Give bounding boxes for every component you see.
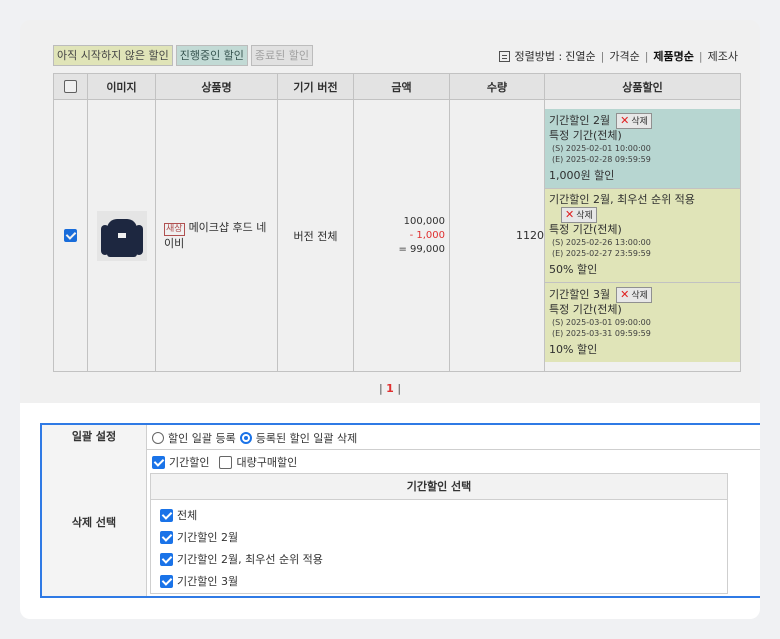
discount-block: 기간할인 2월 ✕ 삭제 특정 기간(전체) (S) 2025-02-01 10:0… (545, 109, 740, 189)
discount-start: (S) 2025-02-26 13:00:00 (552, 238, 651, 247)
row-select-cell[interactable] (53, 99, 88, 372)
header-device-version: 기기 버전 (277, 73, 354, 100)
sort-option-price[interactable]: 가격순 (609, 48, 639, 64)
discount-amount: 50% 할인 (549, 263, 598, 276)
row-checkbox[interactable] (64, 229, 77, 243)
sort-bar: 정렬방법 : 진열순 | 가격순 | 제품명순 | 제조사 (498, 48, 738, 64)
tab-not-started[interactable]: 아직 시작하지 않은 할인 (53, 45, 173, 66)
period-discount-select-box: 기간할인 선택 전체 기간할인 2월 기간할인 2월, 최우선 순위 적용 기간… (150, 473, 728, 594)
table-row: 새상 메이크샵 후드 네이비 버전 전체 100,000 - 1,000 = 99… (53, 99, 741, 372)
price-cell: 100,000 - 1,000 = 99,000 (353, 99, 450, 372)
discount-tabs: 아직 시작하지 않은 할인 진행중인 할인 종료된 할인 (53, 45, 314, 66)
radio-bulk-register-label[interactable]: 할인 일괄 등록 (168, 430, 236, 446)
list-item[interactable]: 기간할인 2월 (160, 529, 238, 545)
quantity-cell: 1120 (449, 99, 545, 372)
device-version-cell: 버전 전체 (277, 99, 354, 372)
divider: | (600, 49, 605, 63)
discount-block: 기간할인 3월 ✕ 삭제 특정 기간(전체) (S) 2025-03-01 09:0… (545, 283, 740, 362)
discount-cell: 기간할인 2월 ✕ 삭제 특정 기간(전체) (S) 2025-02-01 10:0… (544, 99, 741, 372)
divider: | (698, 49, 703, 63)
delete-discount-button[interactable]: ✕ 삭제 (616, 113, 652, 129)
close-icon: ✕ (620, 114, 630, 127)
period-discount-select-title: 기간할인 선택 (151, 474, 727, 500)
period-item-checkbox[interactable] (160, 530, 173, 544)
product-name-cell: 새상 메이크샵 후드 네이비 (155, 99, 278, 372)
list-item[interactable]: 기간할인 3월 (160, 573, 238, 589)
discount-title: 기간할인 2월 (549, 114, 611, 127)
close-icon: ✕ (620, 288, 630, 301)
discount-end: (E) 2025-03-31 09:59:59 (552, 329, 651, 338)
bulk-discount-checkbox[interactable] (219, 455, 233, 469)
sort-option-name[interactable]: 제품명순 (653, 48, 693, 64)
tab-in-progress[interactable]: 진행중인 할인 (175, 45, 248, 66)
header-price: 금액 (353, 73, 450, 100)
divider: | (644, 49, 649, 63)
period-discount-label[interactable]: 기간할인 (169, 454, 209, 470)
discount-start: (S) 2025-03-01 09:00:00 (552, 318, 651, 327)
discount-title: 기간할인 3월 (549, 288, 611, 301)
list-item[interactable]: 전체 (160, 507, 197, 523)
list-item[interactable]: 기간할인 2월, 최우선 순위 적용 (160, 551, 323, 567)
discount-end: (E) 2025-02-27 23:59:59 (552, 249, 651, 258)
select-all-checkbox[interactable] (64, 80, 77, 94)
close-icon: ✕ (565, 208, 575, 221)
select-all-periods-checkbox[interactable] (160, 508, 173, 522)
bulk-setting-label: 일괄 설정 (42, 425, 147, 449)
delete-discount-button[interactable]: ✕ 삭제 (616, 287, 652, 303)
discount-scope: 특정 기간(전체) (549, 303, 622, 316)
discount-title: 기간할인 2월, 최우선 순위 적용 (549, 193, 695, 206)
delete-select-row: 삭제 선택 기간할인 대량구매할인 기간할인 선택 전체 기간할인 2월 기간할… (42, 449, 760, 596)
page-current[interactable]: 1 (386, 382, 394, 395)
radio-bulk-register[interactable] (152, 432, 164, 444)
bulk-discount-label[interactable]: 대량구매할인 (236, 454, 297, 470)
sort-prefix: 정렬방법 : (514, 50, 563, 63)
product-thumbnail[interactable] (96, 210, 147, 261)
discount-scope: 특정 기간(전체) (549, 129, 622, 142)
table-header-row: 이미지 상품명 기기 버전 금액 수량 상품할인 (53, 73, 741, 100)
product-table: 이미지 상품명 기기 버전 금액 수량 상품할인 새상 메이크샵 후드 네이비 … (53, 73, 741, 372)
discount-amount: 10% 할인 (549, 343, 598, 356)
discount-amount: 1,000원 할인 (549, 169, 615, 182)
header-product-discount: 상품할인 (544, 73, 741, 100)
delete-discount-button[interactable]: ✕ 삭제 (561, 207, 597, 223)
discount-block: 기간할인 2월, 최우선 순위 적용 ✕ 삭제 특정 기간(전체) (S) 202… (545, 189, 740, 283)
bulk-settings-panel: 일괄 설정 할인 일괄 등록 등록된 할인 일괄 삭제 삭제 선택 기간할인 대… (40, 423, 760, 598)
product-image-cell (87, 99, 156, 372)
discount-end: (E) 2025-02-28 09:59:59 (552, 155, 651, 164)
sort-option-display[interactable]: 진열순 (565, 48, 595, 64)
price-final: = 99,000 (398, 243, 445, 255)
sort-option-maker[interactable]: 제조사 (708, 48, 738, 64)
page-frame: 아직 시작하지 않은 할인 진행중인 할인 종료된 할인 정렬방법 : 진열순 … (20, 20, 760, 619)
new-badge: 새상 (164, 223, 185, 236)
discount-start: (S) 2025-02-01 10:00:00 (552, 144, 651, 153)
radio-bulk-delete-label[interactable]: 등록된 할인 일괄 삭제 (256, 430, 358, 446)
period-item-checkbox[interactable] (160, 552, 173, 566)
pagination: | 1 | (378, 382, 402, 395)
header-quantity: 수량 (449, 73, 545, 100)
delete-select-label: 삭제 선택 (42, 449, 147, 596)
bulk-setting-row: 일괄 설정 할인 일괄 등록 등록된 할인 일괄 삭제 (42, 425, 760, 450)
period-item-checkbox[interactable] (160, 574, 173, 588)
header-select-all[interactable] (53, 73, 88, 100)
header-product-name: 상품명 (155, 73, 278, 100)
discount-scope: 특정 기간(전체) (549, 223, 622, 236)
header-image: 이미지 (87, 73, 156, 100)
discount-list-area: 아직 시작하지 않은 할인 진행중인 할인 종료된 할인 정렬방법 : 진열순 … (20, 20, 760, 403)
list-icon (498, 50, 510, 62)
radio-bulk-delete[interactable] (239, 432, 252, 444)
tab-ended[interactable]: 종료된 할인 (250, 45, 314, 66)
price-discount: - 1,000 (409, 229, 445, 241)
price-original: 100,000 (403, 215, 445, 227)
period-discount-checkbox[interactable] (152, 455, 165, 469)
